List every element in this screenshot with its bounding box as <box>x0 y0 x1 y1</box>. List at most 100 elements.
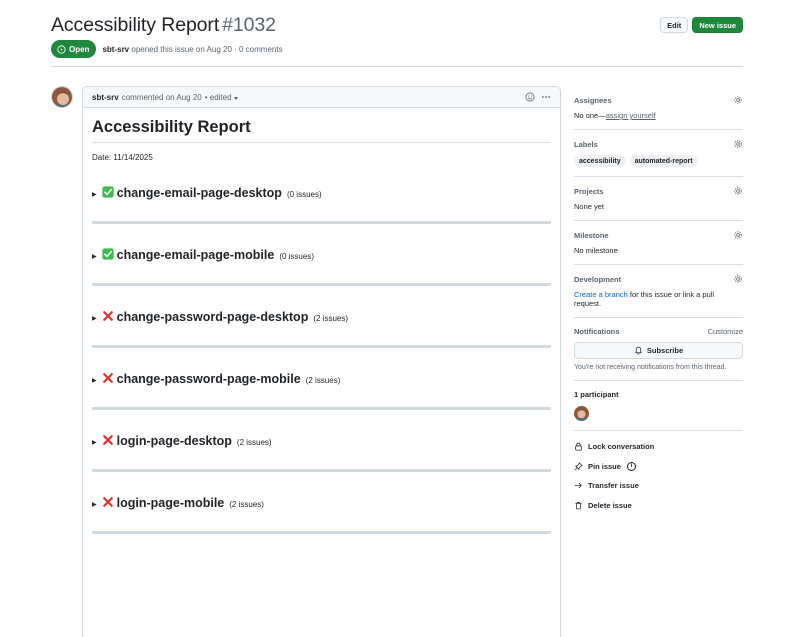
section-count: (2 issues) <box>305 376 341 385</box>
transfer-issue-label: Transfer issue <box>588 481 639 491</box>
trash-icon <box>575 501 582 509</box>
opened-text: opened this issue on Aug 20 · 0 comments <box>131 44 283 54</box>
participant-avatar-image <box>574 406 589 421</box>
participants-list <box>574 406 743 421</box>
triangle-right-icon: ▶ <box>92 316 97 322</box>
issue-header: Accessibility Report #1032 Edit New issue… <box>51 12 743 58</box>
chevron-down-icon <box>233 96 238 100</box>
section-summary[interactable]: ▶ login-page-mobile (2 issues) <box>92 495 551 510</box>
label-accessibility[interactable]: accessibility <box>574 155 626 167</box>
info-icon[interactable]: i <box>626 461 636 471</box>
report-heading: Accessibility Report <box>92 118 551 143</box>
report-section: ▶ change-email-page-mobile (0 issues) <box>92 247 551 286</box>
section-count: (2 issues) <box>313 314 349 323</box>
participants-section: 1 participant <box>574 381 743 431</box>
report-section: ▶ change-email-page-desktop (0 issues) <box>92 185 551 224</box>
section-divider <box>92 407 551 410</box>
section-summary[interactable]: ▶ change-password-page-desktop (2 issues) <box>92 309 551 324</box>
header-divider <box>51 66 743 67</box>
comment-box: sbt-srv commented on Aug 20 • edited Acc… <box>82 86 561 637</box>
report-date: Date: 11/14/2025 <box>92 153 153 162</box>
pin-issue-label: Pin issue <box>588 461 621 471</box>
bell-icon <box>635 346 642 355</box>
section-name: login-page-desktop <box>116 434 232 448</box>
section-divider <box>92 469 551 472</box>
status-label: Open <box>69 44 90 54</box>
edited-dropdown[interactable]: • edited <box>205 93 238 102</box>
section-count: (2 issues) <box>229 500 264 509</box>
labels-header: Labels <box>574 139 743 149</box>
section-name: change-password-page-desktop <box>116 310 309 324</box>
development-section: Development Create a branch for this iss… <box>574 265 743 318</box>
notifications-section: Notifications Customize Subscribe You're… <box>574 318 743 381</box>
report-section: ▶ change-password-page-desktop (2 issues) <box>92 309 551 348</box>
triangle-right-icon: ▶ <box>92 254 97 260</box>
participant-avatar[interactable] <box>574 406 589 421</box>
issue-number: #1032 <box>222 13 276 36</box>
report-section: ▶ change-password-page-mobile (2 issues) <box>92 371 551 410</box>
section-summary[interactable]: ▶ change-email-page-desktop (0 issues) <box>92 185 551 200</box>
smiley-icon[interactable] <box>525 92 535 102</box>
participants-title: 1 participant <box>574 390 619 399</box>
comment-author-link[interactable]: sbt-srv <box>92 93 119 102</box>
section-divider <box>92 531 551 534</box>
gear-icon[interactable] <box>733 274 743 284</box>
report-section: ▶ login-page-mobile (2 issues) <box>92 495 551 534</box>
development-title: Development <box>574 274 622 284</box>
create-branch-link[interactable]: Create a branch <box>574 290 628 299</box>
status-badge: Open <box>51 40 97 58</box>
section-summary[interactable]: ▶ change-password-page-mobile (2 issues) <box>92 371 551 386</box>
delete-issue-button[interactable]: Delete issue <box>574 496 743 516</box>
section-divider <box>92 221 551 224</box>
gear-icon[interactable] <box>733 139 743 149</box>
label-automated-report[interactable]: automated-report <box>629 155 698 167</box>
section-name: login-page-mobile <box>116 496 225 510</box>
report-section: ▶ login-page-desktop (2 issues) <box>92 433 551 472</box>
check-mark-icon <box>102 186 114 198</box>
report-sections: ▶ change-email-page-desktop (0 issues) ▶ cha… <box>92 185 551 534</box>
pin-issue-button[interactable]: Pin issue i <box>574 457 743 477</box>
transfer-issue-button[interactable]: Transfer issue <box>574 476 743 496</box>
projects-section: Projects None yet <box>574 177 743 221</box>
delete-issue-label: Delete issue <box>588 500 632 510</box>
edit-button[interactable]: Edit <box>660 17 689 33</box>
section-divider <box>92 283 551 286</box>
triangle-right-icon: ▶ <box>92 378 97 384</box>
development-value: Create a branch for this issue or link a… <box>574 290 743 308</box>
new-issue-button[interactable]: New issue <box>692 17 743 33</box>
issue-meta: Open sbt-srv opened this issue on Aug 20… <box>51 40 743 58</box>
lock-conversation-button[interactable]: Lock conversation <box>574 437 743 457</box>
arrow-right-icon <box>574 483 582 489</box>
notifications-header: Notifications Customize <box>574 327 743 336</box>
issue-title: Accessibility Report #1032 <box>51 14 276 37</box>
section-name: change-email-page-mobile <box>116 248 275 262</box>
issue-actions: Lock conversation Pin issue i Transfer i… <box>574 431 743 515</box>
assignees-section: Assignees No one—assign yourself <box>574 86 743 130</box>
assignees-value: No one—assign yourself <box>574 111 743 120</box>
section-count: (2 issues) <box>236 438 272 447</box>
projects-value: None yet <box>574 202 605 211</box>
cross-mark-icon <box>102 373 113 383</box>
comment-tools <box>525 92 551 102</box>
section-divider <box>92 345 551 348</box>
lock-conversation-label: Lock conversation <box>588 442 655 452</box>
labels-section: Labels accessibility automated-report <box>574 130 743 177</box>
customize-link[interactable]: Customize <box>708 327 743 336</box>
development-header: Development <box>574 274 743 284</box>
avatar[interactable] <box>51 86 73 108</box>
labels-list: accessibility automated-report <box>574 155 743 167</box>
gear-icon[interactable] <box>733 186 743 196</box>
projects-header: Projects <box>574 186 743 196</box>
subscribe-label: Subscribe <box>646 346 684 355</box>
kebab-icon[interactable] <box>541 92 551 102</box>
section-summary[interactable]: ▶ change-email-page-mobile (0 issues) <box>92 247 551 262</box>
assign-yourself-link[interactable]: assign yourself <box>606 111 656 120</box>
open-issue-icon <box>57 44 66 54</box>
gear-icon[interactable] <box>733 230 743 240</box>
gear-icon[interactable] <box>733 95 743 105</box>
comment-date[interactable]: commented on Aug 20 <box>122 93 202 102</box>
assignees-title: Assignees <box>574 95 612 105</box>
issue-author-link[interactable]: sbt-srv <box>102 45 129 54</box>
subscribe-button[interactable]: Subscribe <box>574 342 743 359</box>
section-summary[interactable]: ▶ login-page-desktop (2 issues) <box>92 433 551 448</box>
